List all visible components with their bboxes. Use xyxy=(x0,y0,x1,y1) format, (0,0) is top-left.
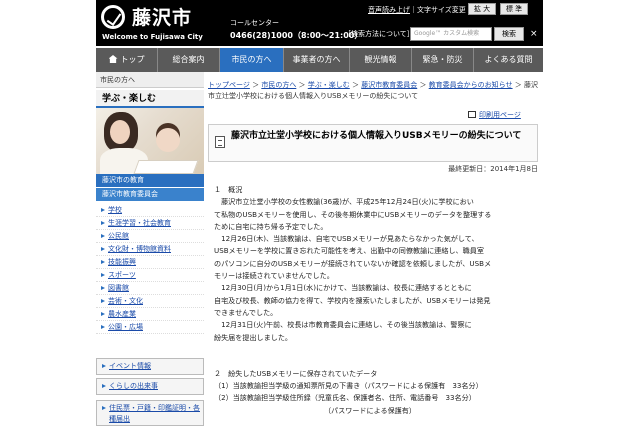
left-sidebar: 市民の方へ 学ぶ・楽しむ 藤沢市の教育 藤沢市教育委員会 学校 生涯学習・社会教… xyxy=(96,72,204,426)
article-body: １ 概況 藤沢市立辻堂小学校の女性教諭(36歳)が、平成25年12月24日(火)… xyxy=(214,184,536,417)
sidebar-list: 学校 生涯学習・社会教育 公民館 文化財・博物館資料 技能振興 スポーツ 図書館… xyxy=(96,204,204,334)
search-help-link[interactable]: ［検索方法について］ xyxy=(344,29,414,39)
city-name[interactable]: 藤沢市 xyxy=(132,3,192,30)
search-button[interactable]: 検索 xyxy=(494,27,524,41)
sidebar-events[interactable]: イベント情報 xyxy=(96,358,204,375)
photo-child xyxy=(156,128,180,152)
global-nav: トップ 総合案内 市民の方へ 事業者の方へ 観光情報 緊急・防災 よくある質問 xyxy=(96,48,543,72)
photo-book xyxy=(133,160,199,174)
search-input[interactable]: Google™ カスタム検索 xyxy=(410,27,492,41)
print-link[interactable]: 印刷用ページ xyxy=(468,110,521,120)
font-large-button[interactable]: 拡 大 xyxy=(468,3,496,15)
breadcrumb-sep: ＞ xyxy=(296,81,308,89)
breadcrumb: トップページ ＞ 市民の方へ ＞ 学ぶ・楽しむ ＞ 藤沢市教育委員会 ＞ 教育委… xyxy=(208,80,538,102)
breadcrumb-sep: ＞ xyxy=(349,81,362,89)
body-line: 12月30日(月)から1月1日(水)にかけて、当該教諭は、校長に連絡するとともに xyxy=(214,283,472,293)
sidebar-item-heritage[interactable]: 文化財・博物館資料 xyxy=(96,243,204,256)
sidebar-item-parks[interactable]: 公園・広場 xyxy=(96,321,204,334)
body-line: できませんでした。 xyxy=(214,307,278,317)
document-icon xyxy=(215,136,225,148)
sidebar-section-education[interactable]: 藤沢市の教育 xyxy=(96,174,204,187)
main-content: トップページ ＞ 市民の方へ ＞ 学ぶ・楽しむ ＞ 藤沢市教育委員会 ＞ 教育委… xyxy=(208,72,543,426)
nav-business[interactable]: 事業者の方へ xyxy=(284,48,350,72)
body-line: （1）当該教諭担当学級の通知票所見の下書き（パスワードによる保護有 33名分） xyxy=(214,381,483,391)
body-line: （2）当該教諭担当学級住所録（児童氏名、保護者名、住所、電話番号 33名分） xyxy=(214,393,476,403)
callcenter-label: コールセンター xyxy=(230,19,279,27)
breadcrumb-sep: ＞ xyxy=(417,81,429,89)
sidebar-life-events[interactable]: くらしの出来事 xyxy=(96,378,204,395)
nav-emergency[interactable]: 緊急・防災 xyxy=(412,48,474,72)
body-line: 12月26日(木)、当該教諭は、自宅でUSBメモリーが見あたらなかった気がして、 xyxy=(214,234,479,244)
print-label: 印刷用ページ xyxy=(479,111,521,119)
nav-top-label: トップ xyxy=(120,55,145,64)
sidebar-item-skills[interactable]: 技能振興 xyxy=(96,256,204,269)
font-size-label: ｜文字サイズ変更 xyxy=(410,6,466,14)
sidebar-registry-line2: 種届出 xyxy=(109,415,130,423)
sidebar-item-arts[interactable]: 芸術・文化 xyxy=(96,295,204,308)
sidebar-heading: 学ぶ・楽しむ xyxy=(96,90,204,108)
sidebar-registry-line1: 住民票・戸籍・印鑑証明・各 xyxy=(109,404,200,412)
breadcrumb-citizens[interactable]: 市民の方へ xyxy=(261,81,296,89)
body-line: のパソコンに自分のUSBメモリーが接続されていないか確認を依頼しましたが、USB… xyxy=(214,258,492,268)
body-line: １ 概況 xyxy=(214,185,243,194)
body-line: USBメモリーを学校に置き忘れた可能性を考え、出勤中の同僚教諭に連絡し、職員室 xyxy=(214,246,484,256)
sidebar-item-school[interactable]: 学校 xyxy=(96,204,204,217)
close-icon[interactable]: × xyxy=(530,29,538,39)
nav-faq[interactable]: よくある質問 xyxy=(474,48,543,72)
body-line: て私物のUSBメモリーを使用し、その後冬期休業中にUSBメモリーのデータを整理す… xyxy=(214,209,492,219)
city-logo-icon[interactable] xyxy=(101,5,125,29)
sidebar-item-sports[interactable]: スポーツ xyxy=(96,269,204,282)
body-gap xyxy=(214,344,536,368)
breadcrumb-board[interactable]: 藤沢市教育委員会 xyxy=(361,81,417,89)
body-line: 紛失届を提出しました。 xyxy=(214,332,293,342)
body-line: 自宅及び校長、教師の協力を得て、学校内を捜索いたしましたが、USBメモリーは発見 xyxy=(214,295,491,305)
body-line: モリーは接続されていませんでした。 xyxy=(214,271,334,281)
nav-guide[interactable]: 総合案内 xyxy=(158,48,220,72)
breadcrumb-top[interactable]: トップページ xyxy=(208,81,250,89)
breadcrumb-sep: ＞ xyxy=(249,81,262,89)
nav-citizens[interactable]: 市民の方へ xyxy=(220,48,284,72)
sidebar-photo xyxy=(96,108,204,174)
breadcrumb-notice[interactable]: 教育委員会からのお知らせ xyxy=(429,81,513,89)
photo-face xyxy=(110,120,130,144)
page-frame: 藤沢市 Welcome to Fujisawa City コールセンター 046… xyxy=(96,0,543,426)
body-line: ２ 紛失したUSBメモリーに保存されていたデータ xyxy=(214,368,378,378)
sidebar-item-lifelong[interactable]: 生涯学習・社会教育 xyxy=(96,217,204,230)
sidebar-breadcrumb[interactable]: 市民の方へ xyxy=(96,72,204,88)
nav-tourism[interactable]: 観光情報 xyxy=(350,48,412,72)
callcenter-phone: 0466(28)1000（8:00～21:00） xyxy=(230,31,363,40)
sidebar-item-kominkan[interactable]: 公民館 xyxy=(96,230,204,243)
page-title: 藤沢市立辻堂小学校における個人情報入りUSBメモリーの紛失について xyxy=(231,131,522,141)
body-line: 藤沢市立辻堂小学校の女性教諭(36歳)が、平成25年12月24日(火)に学校にお… xyxy=(214,197,474,207)
sidebar-item-agriculture[interactable]: 農水産業 xyxy=(96,308,204,321)
utility-links: 音声読み上げ｜文字サイズ変更 xyxy=(368,5,466,15)
body-line: （パスワードによる保護有） xyxy=(214,405,416,415)
read-aloud-link[interactable]: 音声読み上げ xyxy=(368,6,410,14)
body-line: 12月31日(火)午前、校長は市教育委員会に連絡し、その後当該教諭は、警察に xyxy=(214,320,472,330)
breadcrumb-learn[interactable]: 学ぶ・楽しむ xyxy=(308,81,350,89)
printer-icon xyxy=(468,111,476,118)
nav-top[interactable]: トップ xyxy=(96,48,158,72)
breadcrumb-sep: ＞ xyxy=(512,81,525,89)
sidebar-registry[interactable]: 住民票・戸籍・印鑑証明・各 種届出 xyxy=(96,400,204,426)
sidebar-item-library[interactable]: 図書館 xyxy=(96,282,204,295)
font-standard-button[interactable]: 標 準 xyxy=(500,3,528,15)
last-updated: 最終更新日：2014年1月8日 xyxy=(448,165,538,173)
city-subtitle: Welcome to Fujisawa City xyxy=(102,33,203,41)
home-icon xyxy=(108,55,118,63)
sidebar-section-board[interactable]: 藤沢市教育委員会 xyxy=(96,188,204,201)
title-box: 藤沢市立辻堂小学校における個人情報入りUSBメモリーの紛失について xyxy=(208,124,538,162)
site-header: 藤沢市 Welcome to Fujisawa City コールセンター 046… xyxy=(96,0,543,46)
body-line: ために自宅に持ち帰る予定でした。 xyxy=(214,221,328,231)
